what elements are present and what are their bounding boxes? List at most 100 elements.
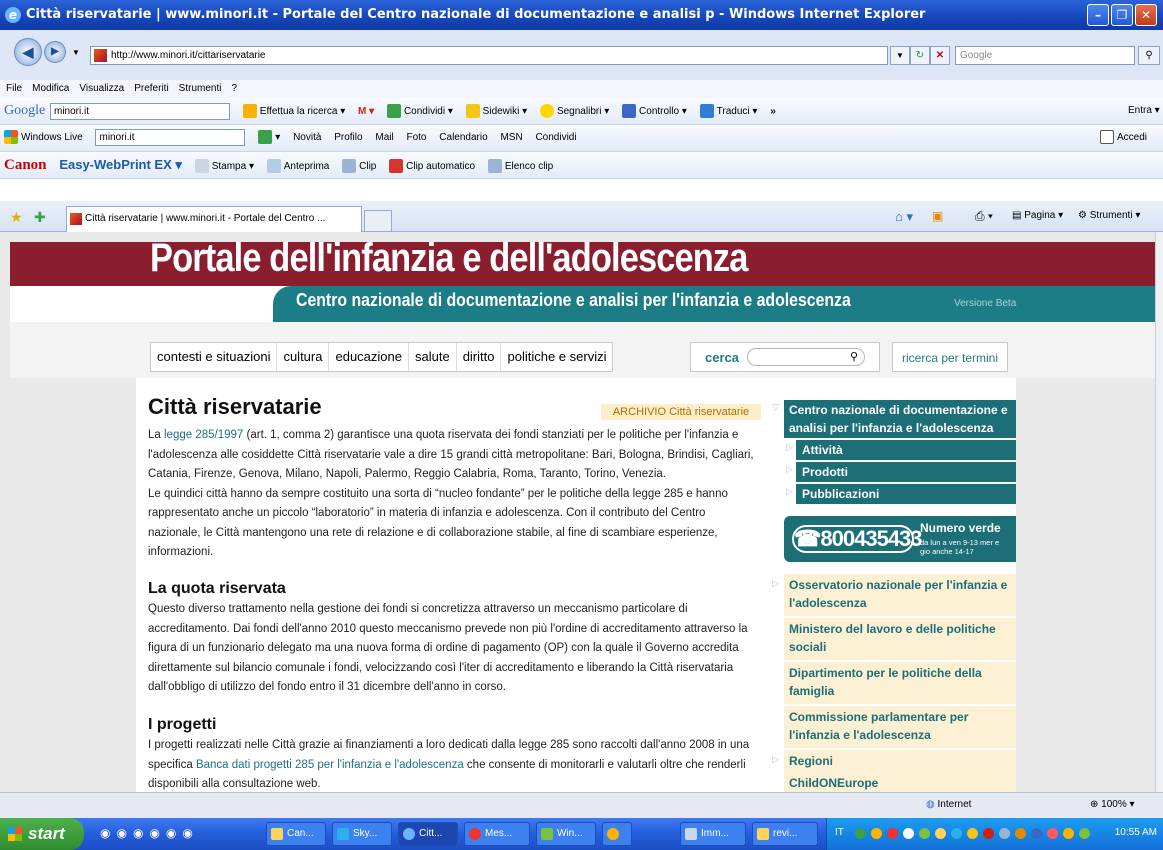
nav-educazione[interactable]: educazione (329, 343, 409, 371)
entra-button[interactable]: Entra ▾ (1128, 98, 1160, 124)
menu-visualizza[interactable]: Visualizza (79, 83, 124, 94)
menu-modifica[interactable]: Modifica (32, 83, 69, 94)
tray-icon[interactable] (999, 828, 1010, 839)
url-dropdown-icon[interactable]: ▼ (890, 46, 910, 65)
elenco-clip-button[interactable]: Elenco clip (487, 154, 553, 178)
tray-icon[interactable] (1079, 828, 1090, 839)
strumenti-menu[interactable]: ⚙ Strumenti ▾ (1078, 210, 1140, 221)
sidebar-item-attivita[interactable]: Attività (796, 440, 1016, 460)
url-input[interactable]: http://www.minori.it/cittariservatarie (90, 46, 888, 65)
tray-icon[interactable] (1047, 828, 1058, 839)
print-icon[interactable]: ⎙ ▾ (975, 209, 993, 224)
banca-dati-link[interactable]: Banca dati progetti 285 per l'infanzia e… (196, 759, 464, 771)
tray-icon[interactable] (919, 828, 930, 839)
search-icon[interactable]: ⚲ (850, 351, 858, 363)
anteprima-button[interactable]: Anteprima (266, 154, 329, 178)
site-title[interactable]: Portale dell'infanzia e dell'adolescenza (150, 236, 748, 281)
nav-contesti[interactable]: contesti e situazioni (151, 343, 278, 371)
menu-strumenti[interactable]: Strumenti (179, 83, 222, 94)
controllo-button[interactable]: Controllo ▾ (622, 99, 687, 124)
task-item-canon[interactable]: Can... (266, 822, 326, 846)
maximize-button[interactable]: ❐ (1111, 4, 1133, 26)
task-item-citta[interactable]: Citt... (398, 822, 458, 846)
live-mail[interactable]: Mail (375, 125, 393, 151)
task-item-win[interactable]: Win... (536, 822, 596, 846)
live-search-input[interactable]: minori.it (95, 128, 246, 146)
home-icon[interactable]: ⌂ ▾ (895, 209, 913, 225)
tray-icon[interactable] (935, 828, 946, 839)
live-condividi[interactable]: Condividi (535, 125, 576, 151)
sidebar-head-link[interactable]: Centro nazionale di documentazione e ana… (784, 400, 1016, 438)
sidebar-link-commissione[interactable]: Commissione parlamentare per l'infanzia … (784, 706, 1016, 748)
tray-icon[interactable] (871, 828, 882, 839)
refresh-icon[interactable]: ↻ (910, 46, 930, 65)
gmail-icon[interactable]: M ▾ (358, 99, 374, 124)
start-button[interactable]: start (0, 818, 84, 850)
tray-icon[interactable] (983, 828, 994, 839)
stampa-button[interactable]: Stampa ▾ (194, 154, 254, 178)
close-button[interactable]: ✕ (1135, 4, 1157, 26)
sidebar-link-childoneurope[interactable]: ChildONEurope (784, 772, 1016, 792)
tab-active[interactable]: Città riservatarie | www.minori.it - Por… (66, 206, 362, 232)
forward-button[interactable]: ▶ (44, 41, 66, 63)
sidewiki-button[interactable]: Sidewiki ▾ (465, 99, 527, 124)
feeds-icon[interactable]: ▣ (932, 209, 943, 223)
tray-icon[interactable] (1031, 828, 1042, 839)
live-novita[interactable]: Novità (293, 125, 321, 151)
quick-launch-icons[interactable]: ◉◉◉◉◉◉ (100, 826, 199, 840)
condividi-button[interactable]: Condividi ▾ (386, 99, 453, 124)
segnalibri-button[interactable]: Segnalibri ▾ (539, 99, 609, 124)
sidebar-link-ministero[interactable]: Ministero del lavoro e delle politiche s… (784, 618, 1016, 660)
clip-button[interactable]: Clip (342, 154, 376, 178)
sidebar-link-dipartimento[interactable]: Dipartimento per le politiche della fami… (784, 662, 1016, 704)
search-icon[interactable]: ⚲ (1138, 46, 1160, 65)
zoom-control[interactable]: ⊕ 100% ▾ (1090, 799, 1135, 810)
nav-politiche[interactable]: politiche e servizi (501, 343, 612, 371)
tray-icon[interactable] (855, 828, 866, 839)
search-input[interactable]: Google (955, 46, 1135, 65)
clock[interactable]: 10:55 AM (1115, 827, 1157, 838)
sidebar-link-regioni[interactable]: Regioni (784, 750, 1016, 772)
legge-link[interactable]: legge 285/1997 (164, 429, 243, 441)
new-tab-button[interactable] (364, 210, 392, 232)
nav-cultura[interactable]: cultura (277, 343, 330, 371)
tray-icon[interactable] (1015, 828, 1026, 839)
task-item-messenger[interactable]: Mes... (464, 822, 530, 846)
live-search-button[interactable]: ▾ (258, 125, 280, 151)
clip-automatico-button[interactable]: Clip automatico (389, 154, 475, 178)
nav-diritto[interactable]: diritto (457, 343, 502, 371)
vertical-scrollbar[interactable] (1155, 232, 1163, 792)
easy-webprint-menu[interactable]: Easy-WebPrint EX ▾ (59, 152, 182, 178)
pagina-menu[interactable]: ▤ Pagina ▾ (1012, 210, 1063, 221)
sidebar-item-prodotti[interactable]: Prodotti (796, 462, 1016, 482)
task-item-imm[interactable]: Imm... (680, 822, 746, 846)
live-calendario[interactable]: Calendario (439, 125, 487, 151)
live-foto[interactable]: Foto (406, 125, 426, 151)
numero-verde-banner[interactable]: ☎800435433 Numero verde da lun a ven 9-1… (784, 516, 1016, 562)
back-button[interactable]: ◀ (14, 38, 42, 66)
nav-salute[interactable]: salute (409, 343, 457, 371)
windows-live-button[interactable]: Windows Live (4, 125, 83, 151)
task-item-revi[interactable]: revi... (752, 822, 818, 846)
favorites-star-icon[interactable]: ★ (10, 209, 23, 226)
tray-icon[interactable] (903, 828, 914, 839)
menu-preferiti[interactable]: Preferiti (134, 83, 168, 94)
task-item-skype[interactable]: Sky... (332, 822, 392, 846)
task-item-app[interactable] (602, 822, 632, 846)
tray-icon[interactable] (887, 828, 898, 839)
history-dropdown-icon[interactable]: ▼ (72, 48, 80, 57)
window-titlebar[interactable]: e Città riservatarie | www.minori.it - P… (0, 0, 1163, 30)
minimize-button[interactable]: – (1087, 4, 1109, 26)
google-search-input[interactable]: minori.it (50, 102, 230, 120)
archive-link[interactable]: ARCHIVIO Città riservatarie (601, 404, 761, 420)
language-indicator[interactable]: IT (835, 827, 844, 838)
tray-icon[interactable] (967, 828, 978, 839)
add-favorites-icon[interactable]: ✚ (34, 209, 46, 226)
google-search-button[interactable]: Effettua la ricerca ▾ (242, 99, 345, 124)
more-chevron-button[interactable]: » (770, 99, 776, 124)
site-search-input[interactable]: ⚲ (747, 348, 865, 366)
live-profilo[interactable]: Profilo (334, 125, 362, 151)
stop-icon[interactable]: ✕ (930, 46, 950, 65)
tray-icon[interactable] (1063, 828, 1074, 839)
sidebar-link-osservatorio[interactable]: Osservatorio nazionale per l'infanzia e … (784, 574, 1016, 616)
